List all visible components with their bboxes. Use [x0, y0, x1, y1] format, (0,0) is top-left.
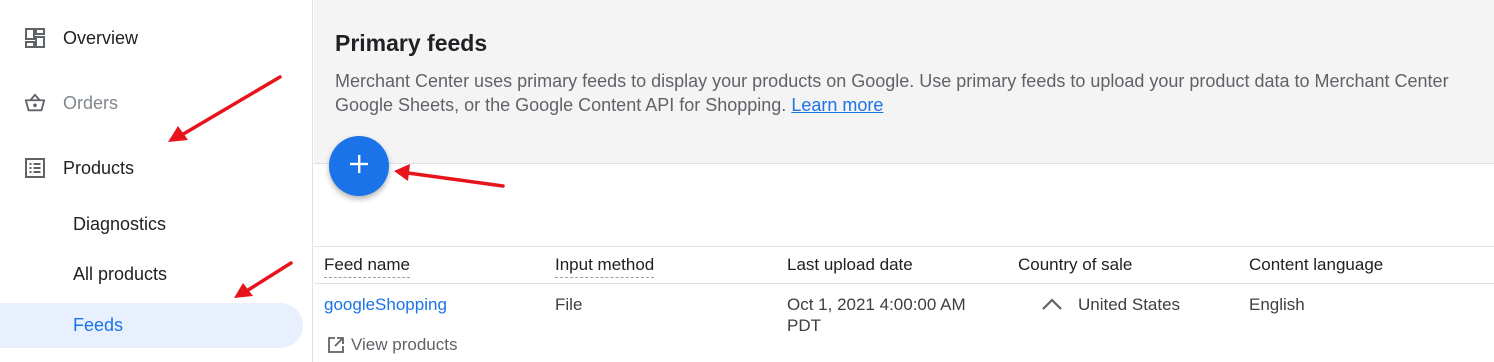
country-cell: United States: [1078, 295, 1181, 314]
open-in-new-icon: [327, 336, 345, 354]
column-header-input-method[interactable]: Input method: [555, 255, 655, 278]
sidebar-item-all-products[interactable]: All products: [0, 252, 303, 297]
main-content: Primary feeds Merchant Center uses prima…: [314, 0, 1494, 362]
sidebar-item-label: Overview: [63, 27, 139, 48]
last-upload-date-cell: Oct 1, 2021 4:00:00 AM PDT: [787, 294, 966, 336]
plus-icon: [347, 152, 371, 181]
sidebar: Overview Orders Products Diagnostics All…: [0, 0, 313, 362]
feed-name-link[interactable]: googleShopping: [324, 294, 447, 315]
page-description: Merchant Center uses primary feeds to di…: [335, 69, 1494, 117]
last-upload-date-line-1: Oct 1, 2021 4:00:00 AM: [787, 295, 966, 314]
description-line-1: Merchant Center uses primary feeds to di…: [335, 71, 1449, 91]
sidebar-item-products[interactable]: Products: [0, 146, 300, 190]
description-line-2: Google Sheets, or the Google Content API…: [335, 95, 787, 115]
language-cell: English: [1249, 295, 1305, 314]
input-method-cell: File: [555, 295, 583, 314]
sidebar-item-feeds[interactable]: Feeds: [0, 303, 303, 348]
sidebar-item-overview[interactable]: Overview: [0, 16, 300, 60]
sidebar-item-diagnostics[interactable]: Diagnostics: [0, 202, 303, 247]
page-title: Primary feeds: [335, 30, 488, 56]
column-header-country-of-sale: Country of sale: [1018, 255, 1133, 274]
basket-icon: [24, 92, 46, 114]
sidebar-item-label: All products: [73, 264, 168, 284]
dashboard-icon: [24, 27, 46, 49]
chevron-up-icon[interactable]: [1041, 296, 1063, 317]
view-products-link[interactable]: View products: [327, 335, 457, 355]
sidebar-item-label: Feeds: [73, 315, 124, 335]
sidebar-item-label: Orders: [63, 92, 119, 113]
feeds-header: Primary feeds Merchant Center uses prima…: [314, 0, 1494, 164]
sidebar-item-orders[interactable]: Orders: [0, 81, 300, 125]
sidebar-item-label: Diagnostics: [73, 214, 167, 234]
column-header-last-upload-date: Last upload date: [787, 255, 913, 274]
view-products-label: View products: [351, 335, 458, 354]
table-divider: [314, 246, 1494, 247]
sidebar-item-label: Products: [63, 157, 135, 178]
column-header-content-language: Content language: [1249, 255, 1384, 274]
last-upload-date-line-2: PDT: [787, 316, 821, 335]
add-feed-button[interactable]: [329, 136, 389, 196]
header-divider: [314, 283, 1494, 284]
column-header-feed-name[interactable]: Feed name: [324, 255, 410, 278]
learn-more-link[interactable]: Learn more: [791, 95, 883, 115]
list-icon: [24, 157, 46, 179]
